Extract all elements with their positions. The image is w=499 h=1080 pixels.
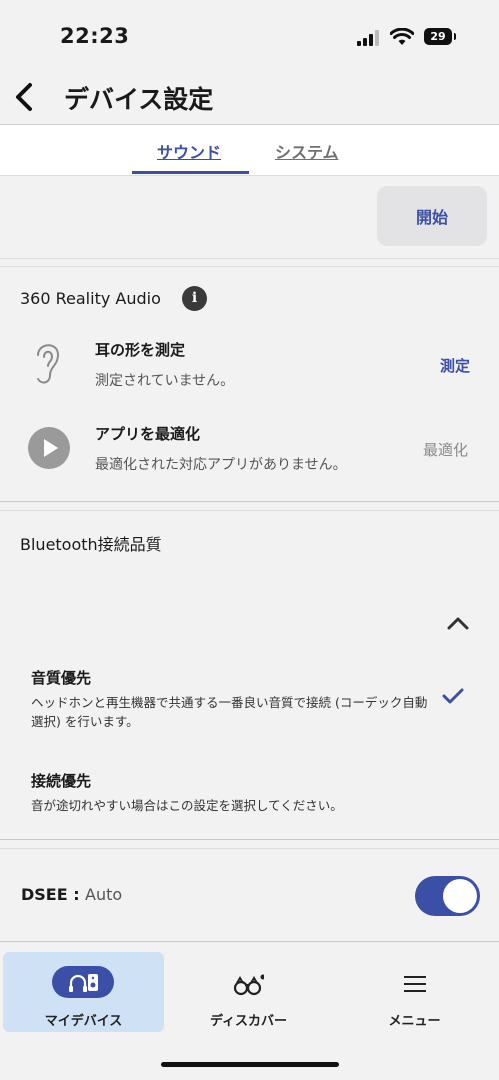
start-area: 開始 [0,176,499,259]
dsee-card: DSEE : Auto [0,848,499,942]
ear-measure-status: 測定されていません。 [95,373,235,389]
dsee-label: DSEE : [21,885,80,904]
tabbar-discover-label: ディスカバー [209,1014,288,1029]
tabbar-menu-label: メニュー [388,1014,441,1029]
option-sound-quality-desc: ヘッドホンと再生機器で共通する一番良い音質で接続 (コーデック自動選択) を行い… [31,695,428,729]
headphones-speaker-icon [52,966,114,998]
bluetooth-quality-title: Bluetooth接続品質 [20,535,162,554]
back-chevron-icon[interactable] [8,78,42,116]
binoculars-icon [233,974,264,996]
app-optimize-status: 最適化された対応アプリがありません。 [95,457,347,473]
check-icon [442,688,464,704]
option-connection-title[interactable]: 接続優先 [31,770,91,791]
bottom-tab-bar: マイデバイス ディスカバー メニュー [0,942,499,1080]
tabbar-my-device[interactable]: マイデバイス [3,952,164,1032]
tabbar-discover[interactable]: ディスカバー [168,952,329,1032]
status-bar: 22:23 29 [0,0,499,70]
measure-button[interactable]: 測定 [440,355,470,376]
play-icon [28,427,70,469]
option-sound-quality-title[interactable]: 音質優先 [31,667,91,688]
toggle-knob [443,879,477,913]
dsee-value: Auto [85,885,123,904]
tab-active-indicator [132,171,249,174]
start-button[interactable]: 開始 [377,186,487,246]
status-time: 22:23 [60,24,130,48]
app-optimize-title: アプリを最適化 [95,425,201,443]
nav-bar: デバイス設定 [0,70,499,125]
wifi-icon [390,28,414,45]
home-indicator [161,1062,339,1067]
info-icon[interactable]: i [182,286,207,311]
optimize-button[interactable]: 最適化 [423,439,468,460]
ear-measure-title: 耳の形を測定 [95,341,186,359]
dsee-toggle[interactable] [415,876,480,916]
page-title: デバイス設定 [64,85,214,114]
ear-icon [37,344,60,384]
reality-audio-title: 360 Reality Audio [20,289,161,308]
option-connection-desc: 音が途切れやすい場合はこの設定を選択してください。 [31,798,343,813]
tab-sound[interactable]: サウンド [157,139,221,163]
cellular-signal-icon [357,30,383,46]
battery-icon: 29 [424,28,456,45]
chevron-up-icon[interactable] [446,615,470,631]
tabbar-menu[interactable]: メニュー [334,952,495,1032]
reality-audio-card: 360 Reality Audio i 耳の形を測定 測定されていません。 測定… [0,266,499,502]
bluetooth-quality-card: Bluetooth接続品質 音質優先 ヘッドホンと再生機器で共通する一番良い音質… [0,510,499,840]
tab-system[interactable]: システム [275,139,339,163]
tabbar-my-device-label: マイデバイス [44,1014,123,1029]
menu-icon [404,976,426,992]
segment-tabs: サウンド システム [0,125,499,176]
